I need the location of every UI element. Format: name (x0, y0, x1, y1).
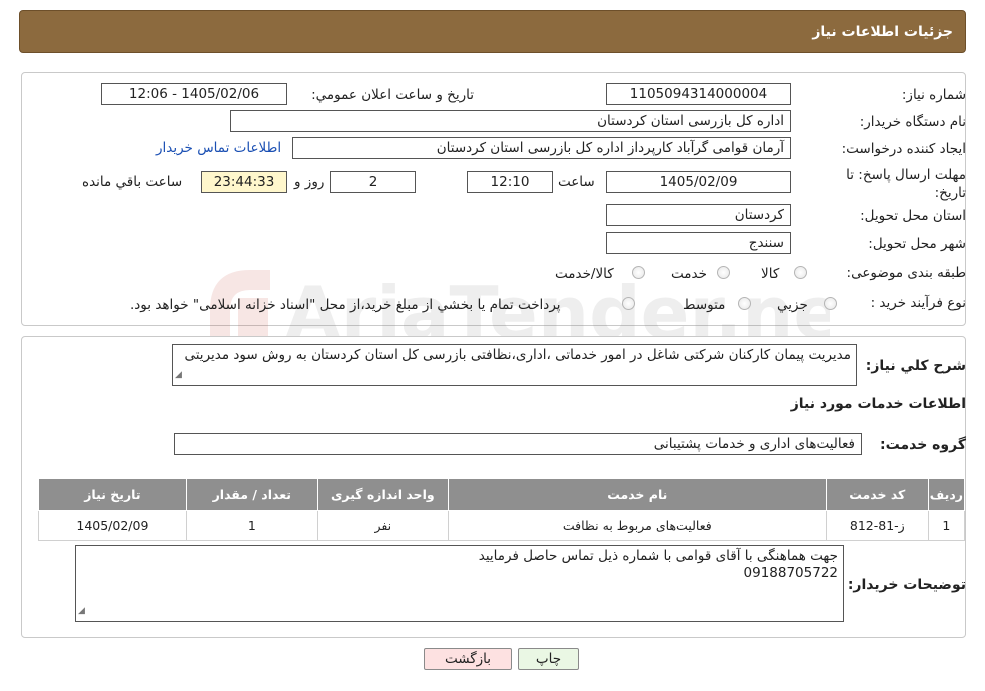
radio-treasury-checkbox[interactable] (622, 297, 635, 310)
buyer-notes-line2: 09188705722 (743, 565, 838, 581)
radio-minor[interactable] (824, 297, 837, 310)
description-label: شرح کلي نياز: (865, 358, 966, 374)
deadline-time-field: 12:10 (467, 171, 553, 193)
print-button[interactable]: چاپ (518, 648, 579, 670)
cell-quantity: 1 (185, 510, 318, 541)
need-number-field: 1105094314000004 (606, 83, 791, 105)
days-label: روز و (294, 174, 325, 190)
radio-medium-label: متوسط (683, 297, 726, 313)
province-field: کردستان (606, 204, 791, 226)
creator-field: آرمان قوامی گرآباد کارپرداز اداره کل باز… (292, 137, 791, 159)
service-group-field: فعاليت‌های اداری و خدمات پشتيبانی (174, 433, 862, 455)
buyer-notes-textarea: جهت هماهنگی با آقای قوامی با شماره ذیل ت… (75, 545, 844, 622)
cell-need-date: 1405/02/09 (38, 510, 187, 541)
services-table: رديف کد خدمت نام خدمت واحد اندازه گيری ت… (38, 478, 966, 541)
resize-grip-icon[interactable]: ◢ (175, 367, 182, 384)
creator-label: ايجاد کننده درخواست: (841, 141, 966, 157)
process-label: نوع فرآيند خريد : (870, 295, 966, 311)
announce-label: تاريخ و ساعت اعلان عمومي: (311, 87, 474, 103)
table-header-row: رديف کد خدمت نام خدمت واحد اندازه گيری ت… (38, 478, 966, 511)
city-field: سنندج (606, 232, 791, 254)
table-row: 1 ز-81-812 فعاليت‌های مربوط به نظافت نفر… (38, 510, 966, 541)
radio-medium[interactable] (738, 297, 751, 310)
province-label: استان محل تحويل: (860, 208, 966, 224)
col-quantity: تعداد / مقدار (185, 478, 318, 511)
back-button[interactable]: بازگشت (424, 648, 512, 670)
city-label: شهر محل تحويل: (868, 236, 966, 252)
radio-goods-service-label: کالا/خدمت (555, 266, 614, 282)
deadline-label: مهلت ارسال پاسخ: تا تاريخ: (846, 167, 966, 201)
services-table-wrapper: رديف کد خدمت نام خدمت واحد اندازه گيری ت… (38, 478, 966, 541)
radio-minor-label: جزيي (777, 297, 808, 313)
description-textarea: مدیریت پیمان کارکنان شرکتی شاغل در امور … (172, 344, 857, 386)
cell-service-name: فعاليت‌های مربوط به نظافت (447, 510, 827, 541)
services-section-title: اطلاعات خدمات مورد نياز (790, 396, 966, 412)
remaining-label: ساعت باقي مانده (82, 174, 183, 190)
radio-goods[interactable] (794, 266, 807, 279)
col-row-number: رديف (927, 478, 966, 511)
col-service-code: کد خدمت (825, 478, 929, 511)
need-number-label: شماره نیاز: (901, 87, 966, 103)
category-label: طبقه بندی موضوعی: (846, 265, 966, 281)
col-need-date: تاريخ نياز (38, 478, 187, 511)
deadline-time-label: ساعت (558, 174, 595, 190)
days-field: 2 (330, 171, 416, 193)
resize-grip-icon[interactable]: ◢ (78, 603, 85, 620)
col-service-name: نام خدمت (447, 478, 827, 511)
description-text: مدیریت پیمان کارکنان شرکتی شاغل در امور … (184, 347, 851, 363)
radio-goods-service[interactable] (632, 266, 645, 279)
cell-service-code: ز-81-812 (825, 510, 929, 541)
deadline-date-field: 1405/02/09 (606, 171, 791, 193)
buyer-notes-line1: جهت هماهنگی با آقای قوامی با شماره ذیل ت… (478, 548, 838, 564)
radio-service-label: خدمت (671, 266, 707, 282)
radio-goods-label: کالا (761, 266, 780, 282)
cell-unit: نفر (316, 510, 449, 541)
process-note: پرداخت تمام يا بخشي از مبلغ خريد،از محل … (130, 297, 561, 313)
cell-row-number: 1 (927, 510, 966, 541)
buyer-notes-label: توضيحات خريدار: (847, 577, 966, 593)
radio-service[interactable] (717, 266, 730, 279)
buyer-org-field: اداره کل بازرسی استان کردستان (230, 110, 791, 132)
service-group-label: گروه خدمت: (880, 437, 966, 453)
buyer-contact-link[interactable]: اطلاعات تماس خريدار (156, 140, 281, 156)
buyer-org-label: نام دستگاه خريدار: (859, 114, 966, 130)
announce-field: 1405/02/06 - 12:06 (101, 83, 287, 105)
col-unit: واحد اندازه گيری (316, 478, 449, 511)
page-header: جزئیات اطلاعات نیاز (19, 10, 966, 53)
remaining-time-field: 23:44:33 (201, 171, 287, 193)
page-title: جزئیات اطلاعات نیاز (812, 23, 953, 40)
